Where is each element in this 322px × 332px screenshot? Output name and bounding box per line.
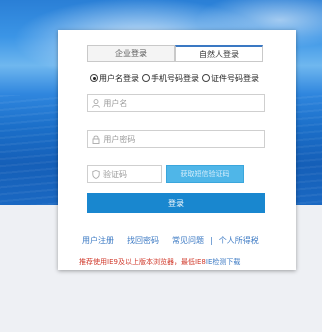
lock-icon xyxy=(92,135,100,144)
shield-icon xyxy=(92,169,100,179)
register-link[interactable]: 用户注册 xyxy=(82,235,114,246)
faq-link[interactable]: 常见问题 xyxy=(172,235,204,246)
personal-income-tax-link[interactable]: 个人所得税 xyxy=(219,235,259,246)
captcha-input[interactable] xyxy=(103,169,161,179)
radio-phone-login[interactable]: 手机号码登录 xyxy=(142,73,199,84)
radio-checked-icon[interactable] xyxy=(90,74,98,82)
tab-individual-login[interactable]: 自然人登录 xyxy=(175,45,263,62)
user-icon xyxy=(92,98,101,108)
browser-notice: 推荐使用IE9及以上版本浏览器，最低IE8 IE检测下载 xyxy=(79,256,295,268)
radio-unchecked-icon[interactable] xyxy=(202,74,210,82)
login-type-tabs: 企业登录 自然人登录 xyxy=(87,45,263,62)
login-panel: 企业登录 自然人登录 用户名登录 手机号码登录 证件号码登录 用户名 验证码 获… xyxy=(58,30,296,270)
ie-check-download-link[interactable]: IE检测下载 xyxy=(206,257,241,267)
radio-phone-label: 手机号码登录 xyxy=(151,73,199,83)
radio-username-label: 用户名登录 xyxy=(99,73,139,83)
radio-id-label: 证件号码登录 xyxy=(211,73,259,83)
footer-links: 用户注册 找回密码 常见问题 | 个人所得税 xyxy=(82,234,282,246)
login-button[interactable]: 登录 xyxy=(87,193,265,213)
username-input[interactable] xyxy=(103,98,264,108)
radio-id-login[interactable]: 证件号码登录 xyxy=(202,73,259,84)
username-field[interactable] xyxy=(87,94,265,112)
password-field[interactable] xyxy=(87,130,265,148)
radio-unchecked-icon[interactable] xyxy=(142,74,150,82)
password-input[interactable] xyxy=(103,134,264,144)
get-sms-code-button[interactable]: 获取短信验证码 xyxy=(166,165,244,183)
tab-enterprise-login[interactable]: 企业登录 xyxy=(87,45,175,62)
link-separator: | xyxy=(210,235,213,245)
login-mode-options: 用户名登录 手机号码登录 证件号码登录 xyxy=(90,72,290,84)
radio-username-login[interactable]: 用户名登录 xyxy=(90,73,139,84)
browser-recommendation-text: 推荐使用IE9及以上版本浏览器，最低IE8 xyxy=(79,258,206,266)
recover-password-link[interactable]: 找回密码 xyxy=(127,235,159,246)
captcha-field[interactable] xyxy=(87,165,162,183)
